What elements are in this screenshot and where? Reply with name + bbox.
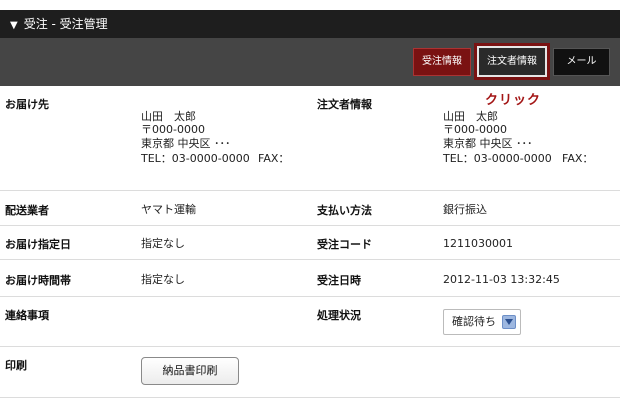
- carrier-label: 配送業者: [5, 204, 49, 217]
- delivery-date-label: お届け指定日: [5, 238, 71, 251]
- delivery-time-value: 指定なし: [141, 273, 185, 286]
- page-header: ▼ 受注 - 受注管理: [0, 10, 620, 38]
- orderer-tel: TEL：03-0000-0000: [443, 152, 552, 165]
- delivery-postal: 〒000-0000: [141, 123, 205, 136]
- delivery-tel: TEL：03-0000-0000: [141, 152, 250, 165]
- print-delivery-slip-button[interactable]: 納品書印刷: [141, 357, 239, 385]
- delivery-name: 山田 太郎: [141, 110, 196, 123]
- order-code-value: 1211030001: [443, 237, 513, 250]
- tab-mail[interactable]: メール: [553, 48, 610, 76]
- orderer-label: 注文者情報: [317, 98, 372, 111]
- delivery-date-value: 指定なし: [141, 237, 185, 250]
- orderer-fax: FAX：: [562, 152, 594, 165]
- chevron-down-icon[interactable]: [502, 315, 516, 329]
- divider: [0, 225, 620, 226]
- payment-value: 銀行振込: [443, 203, 487, 216]
- divider: [0, 397, 620, 398]
- click-annotation: クリック: [485, 93, 542, 108]
- tab-bar: 受注情報 注文者情報 メール: [0, 38, 620, 86]
- order-datetime-label: 受注日時: [317, 274, 361, 287]
- print-label: 印刷: [5, 359, 27, 372]
- order-code-label: 受注コード: [317, 238, 372, 251]
- notes-label: 連絡事項: [5, 309, 49, 322]
- status-label: 処理状況: [317, 309, 361, 322]
- orderer-postal: 〒000-0000: [443, 123, 507, 136]
- order-datetime-value: 2012-11-03 13:32:45: [443, 273, 560, 286]
- divider: [0, 259, 620, 260]
- delivery-label: お届け先: [5, 98, 49, 111]
- orderer-name: 山田 太郎: [443, 110, 498, 123]
- page-title: 受注 - 受注管理: [23, 17, 108, 31]
- delivery-address: 東京都 中央区 ･･･: [141, 137, 231, 150]
- delivery-time-label: お届け時間帯: [5, 274, 71, 287]
- divider: [0, 296, 620, 297]
- status-select[interactable]: 確認待ち: [443, 309, 521, 335]
- orderer-address: 東京都 中央区 ･･･: [443, 137, 533, 150]
- collapse-triangle-icon[interactable]: ▼: [10, 12, 18, 40]
- carrier-value: ヤマト運輸: [141, 203, 196, 216]
- tab-order-info[interactable]: 受注情報: [413, 48, 471, 76]
- divider: [0, 346, 620, 347]
- divider: [0, 190, 620, 191]
- delivery-fax: FAX：: [258, 152, 290, 165]
- tab-orderer-info[interactable]: 注文者情報: [474, 43, 550, 80]
- status-select-value: 確認待ち: [452, 315, 496, 328]
- payment-label: 支払い方法: [317, 204, 372, 217]
